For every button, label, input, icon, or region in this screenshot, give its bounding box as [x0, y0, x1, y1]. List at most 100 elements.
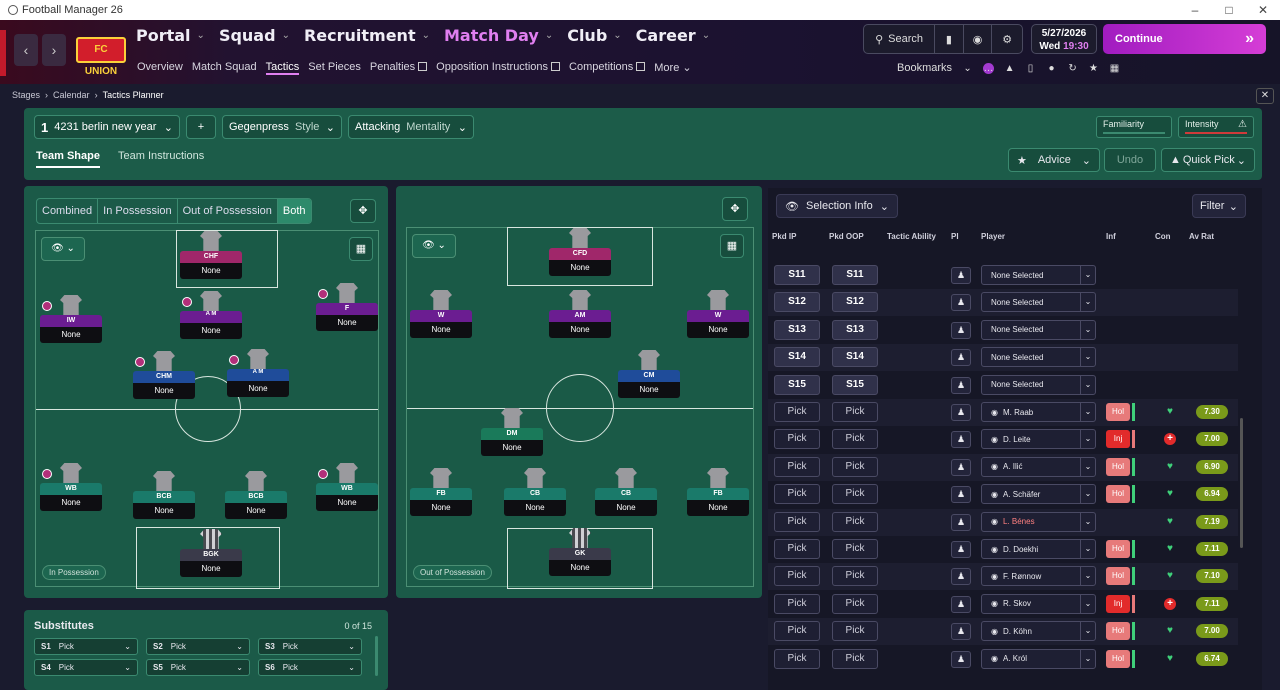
player-select[interactable]: None Selected ⌄ [981, 319, 1096, 340]
table-row[interactable]: S11 S11 ♟ None Selected ⌄ [768, 262, 1238, 289]
player-select[interactable]: ◉ D. Köhn ⌄ [981, 621, 1096, 642]
sub-slot-s3[interactable]: S3 Pick ⌄ [258, 638, 362, 655]
mode-in-possession[interactable]: In Possession [98, 199, 178, 223]
position-chm[interactable]: CHM None [133, 351, 195, 399]
pkd-oop-button[interactable]: Pick [832, 566, 878, 587]
person-icon[interactable]: ♟ [951, 294, 971, 312]
position-bgk[interactable]: BGK None [180, 529, 242, 577]
player-select[interactable]: ◉ L. Bénes ⌄ [981, 511, 1096, 532]
person-icon[interactable]: ♟ [951, 513, 971, 531]
forward-button[interactable]: › [42, 34, 66, 66]
position-fb[interactable]: FB None [410, 468, 472, 516]
pkd-ip-button[interactable]: Pick [774, 539, 820, 559]
mentality-select[interactable]: Attacking Mentality ⌄ [348, 115, 474, 139]
submenu-overview[interactable]: Overview [137, 61, 183, 75]
position-bcb[interactable]: BCB None [225, 471, 287, 519]
pkd-ip-button[interactable]: Pick [774, 429, 820, 450]
position-dm[interactable]: DM None [481, 408, 543, 456]
player-select[interactable]: ◉ A. Schäfer ⌄ [981, 484, 1096, 505]
maximize-button[interactable]: □ [1212, 0, 1246, 20]
col-av-rat[interactable]: Av Rat [1189, 232, 1214, 241]
col-pkd-oop[interactable]: Pkd OOP [829, 232, 864, 241]
table-row[interactable]: S15 S15 ♟ None Selected ⌄ [768, 372, 1238, 399]
player-select[interactable]: None Selected ⌄ [981, 292, 1096, 313]
visibility-dropdown[interactable]: 👁 ⌄ [412, 234, 456, 258]
player-select[interactable]: ◉ M. Raab ⌄ [981, 402, 1096, 422]
pkd-ip-button[interactable]: Pick [774, 484, 820, 505]
club-logo[interactable]: FC UNION [76, 37, 126, 77]
col-pkd-ip[interactable]: Pkd IP [772, 232, 796, 241]
visibility-dropdown[interactable]: 👁 ⌄ [41, 237, 85, 261]
filter-button[interactable]: Filter ⌄ [1192, 194, 1246, 218]
person-icon[interactable]: ♟ [951, 568, 971, 586]
pkd-oop-button[interactable]: Pick [832, 402, 878, 422]
table-row[interactable]: Pick Pick ♟ ◉ A. Król ⌄ Hol ♥ 6.74 [768, 646, 1238, 673]
table-row[interactable]: Pick Pick ♟ ◉ D. Leite ⌄ Inj +7.00 [768, 426, 1238, 453]
position-w[interactable]: W None [410, 290, 472, 338]
main-menu-recruitment[interactable]: Recruitment ⌄ [304, 26, 430, 45]
familiarity-meter[interactable]: Familiarity [1096, 116, 1172, 138]
pkd-ip-button[interactable]: Pick [774, 566, 820, 587]
tab-team-shape[interactable]: Team Shape [36, 150, 100, 168]
main-menu-club[interactable]: Club ⌄ [567, 26, 621, 45]
pkd-ip-button[interactable]: Pick [774, 511, 820, 532]
person-icon[interactable]: ♟ [951, 541, 971, 558]
table-row[interactable]: Pick Pick ♟ ◉ A. Ilić ⌄ Hol ♥ 6.90 [768, 453, 1238, 481]
table-scrollbar[interactable] [1240, 418, 1243, 548]
notes-icon[interactable]: ▮ [935, 25, 964, 53]
clipboard-icon[interactable]: ▯ [1025, 63, 1036, 74]
team-icon[interactable]: ● [1046, 63, 1057, 74]
mode-out-of-possession[interactable]: Out of Possession [178, 199, 278, 223]
table-row[interactable]: Pick Pick ♟ ◉ F. Rønnow ⌄ Hol ♥ 7.10 [768, 563, 1238, 591]
submenu-more[interactable]: More ⌄ [654, 61, 691, 75]
col-con[interactable]: Con [1155, 232, 1171, 241]
submenu-match-squad[interactable]: Match Squad [192, 61, 257, 75]
player-select[interactable]: None Selected ⌄ [981, 265, 1096, 285]
breadcrumb-stages[interactable]: Stages [12, 90, 40, 100]
position-cfd[interactable]: CFD None [549, 228, 611, 276]
back-button[interactable]: ‹ [14, 34, 38, 66]
player-select[interactable]: None Selected ⌄ [981, 374, 1096, 395]
selection-info-dropdown[interactable]: 👁 Selection Info ⌄ [776, 194, 898, 218]
col-pi[interactable]: PI [951, 232, 959, 241]
pkd-ip-button[interactable]: S11 [774, 265, 820, 285]
position-cb[interactable]: CB None [504, 468, 566, 516]
position-wb[interactable]: WB None [40, 463, 102, 511]
pkd-ip-button[interactable]: Pick [774, 621, 820, 642]
refresh-icon[interactable]: ↻ [1067, 63, 1078, 74]
main-menu-match-day[interactable]: Match Day ⌄ [444, 26, 553, 45]
tactic-select[interactable]: 1 4231 berlin new year ⌄ [34, 115, 180, 139]
person-icon[interactable]: ♟ [951, 404, 971, 421]
position-f[interactable]: F None [316, 283, 378, 331]
person-icon[interactable]: ♟ [951, 431, 971, 449]
pkd-ip-button[interactable]: Pick [774, 402, 820, 422]
table-row[interactable]: Pick Pick ♟ ◉ A. Schäfer ⌄ Hol ♥ 6.94 [768, 481, 1238, 508]
position-iw[interactable]: IW None [40, 295, 102, 343]
breadcrumb-calendar[interactable]: Calendar [53, 90, 90, 100]
table-row[interactable]: S12 S12 ♟ None Selected ⌄ [768, 289, 1238, 317]
gear-icon[interactable]: ⚙ [992, 25, 1022, 53]
mode-both[interactable]: Both [277, 199, 311, 223]
table-row[interactable]: S14 S14 ♟ None Selected ⌄ [768, 344, 1238, 372]
submenu-opposition-instructions[interactable]: Opposition Instructions [436, 61, 561, 75]
person-icon[interactable]: ♟ [951, 376, 971, 394]
undo-button[interactable]: Undo [1104, 148, 1156, 172]
pkd-oop-button[interactable]: Pick [832, 621, 878, 642]
pkd-oop-button[interactable]: Pick [832, 539, 878, 559]
pkd-ip-button[interactable]: S13 [774, 319, 820, 340]
main-menu-squad[interactable]: Squad ⌄ [219, 26, 290, 45]
col-player[interactable]: Player [981, 232, 1005, 241]
position-w[interactable]: W None [687, 290, 749, 338]
sub-slot-s2[interactable]: S2 Pick ⌄ [146, 638, 250, 655]
table-row[interactable]: Pick Pick ♟ ◉ M. Raab ⌄ Hol ♥ 7.30 [768, 399, 1238, 426]
advice-button[interactable]: ★ Advice ⌄ [1008, 148, 1100, 172]
chat-icon[interactable]: … [983, 62, 995, 74]
person-icon[interactable]: ♟ [951, 486, 971, 504]
add-tactic-button[interactable]: + [186, 115, 216, 139]
position-wb[interactable]: WB None [316, 463, 378, 511]
minimize-button[interactable]: – [1178, 0, 1212, 20]
pkd-oop-button[interactable]: S13 [832, 319, 878, 340]
move-icon[interactable]: ✥ [722, 197, 748, 221]
continue-button[interactable]: Continue » [1103, 24, 1266, 54]
date-display[interactable]: 5/27/2026 Wed 19:30 [1031, 24, 1097, 54]
